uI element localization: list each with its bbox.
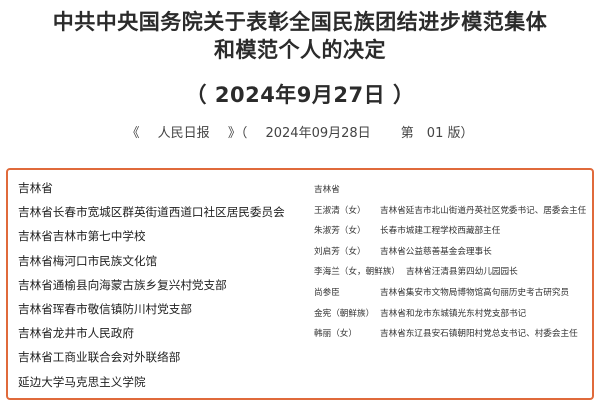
list-item: 吉林省梅河口市民族文化馆 [18,253,158,268]
document-title-line2: 和模范个人的决定 [214,38,386,62]
source-open-bracket: 《 [126,126,140,141]
source-line: 《 人民日报 》（ 2024年09月28日 第 01 版） [0,122,600,141]
list-item: 王淑清（女） 吉林省延吉市北山街道丹英社区党委书记、居委会主任 [314,201,590,222]
list-item: 朱淑芳（女） 长春市城建工程学校西藏部主任 [314,221,590,242]
list-item: 韩丽（女） 吉林省东辽县安石镇朝阳村党总支书记、村委会主任 [314,324,590,345]
list-item: 吉林省龙井市人民政府 [18,326,134,341]
source-date: 2024年09月28日 [265,126,371,141]
person-role: 吉林省东辽县安石镇朝阳村党总支书记、村委会主任 [380,329,578,340]
document-title-line1: 中共中央国务院关于表彰全国民族团结进步模范集体 [52,10,548,34]
person-name: 李海兰（女，朝鲜族） [314,267,400,278]
honoree-list-box: 吉林省 吉林省长春市宽城区群英街道西道口社区居民委员会 吉林省吉林市第七中学校 … [6,168,594,400]
list-item: 刘启芳（女） 吉林省公益慈善基金会理事长 [314,242,590,263]
list-item: 吉林省工商业联合会对外联络部 [18,350,181,365]
collective-list: 吉林省 吉林省长春市宽城区群英街道西道口社区居民委员会 吉林省吉林市第七中学校 … [18,176,288,394]
source-edition: 第 01 版） [400,126,474,141]
source-paper-link[interactable]: 人民日报 [158,122,210,141]
list-item: 吉林省长春市宽城区群英街道西道口社区居民委员会 [18,205,285,220]
person-name: 刘启芳（女） [314,246,366,257]
person-name: 韩丽（女） [314,329,357,340]
list-item: 尚参臣 吉林省集安市文物局博物馆高句丽历史考古研究员 [314,283,590,304]
individual-list-header: 吉林省 [314,185,340,195]
list-item: 吉林省珲春市敬信镇防川村党支部 [18,302,192,317]
person-role: 吉林省和龙市东城镇光东村党支部书记 [380,308,527,319]
person-role: 吉林省公益慈善基金会理事长 [380,246,492,257]
list-item: 吉林省吉林市第七中学校 [18,229,146,244]
person-name: 金宪（朝鲜族） [314,308,375,319]
list-item: 金宪（朝鲜族） 吉林省和龙市东城镇光东村党支部书记 [314,304,590,325]
person-role: 长春市城建工程学校西藏部主任 [380,226,501,237]
list-item: 李海兰（女，朝鲜族） 吉林省汪清县第四幼儿园园长 [314,262,590,283]
person-name: 王淑清（女） [314,205,366,216]
source-close-bracket: 》（ [227,126,248,141]
individual-list: 吉林省 王淑清（女） 吉林省延吉市北山街道丹英社区党委书记、居委会主任 朱淑芳（女… [314,180,590,345]
person-role: 吉林省延吉市北山街道丹英社区党委书记、居委会主任 [380,205,587,216]
list-item: 延边大学马克思主义学院 [18,374,146,389]
person-role: 吉林省集安市文物局博物馆高句丽历史考古研究员 [380,287,570,298]
person-role: 吉林省汪清县第四幼儿园园长 [405,267,518,278]
document-date: （ 2024年9月27日 ） [185,83,415,107]
list-item: 吉林省通榆县向海蒙古族乡复兴村党支部 [18,277,227,292]
person-name: 尚参臣 [314,287,340,298]
person-name: 朱淑芳（女） [314,226,366,237]
list-item: 吉林省 [18,181,53,195]
